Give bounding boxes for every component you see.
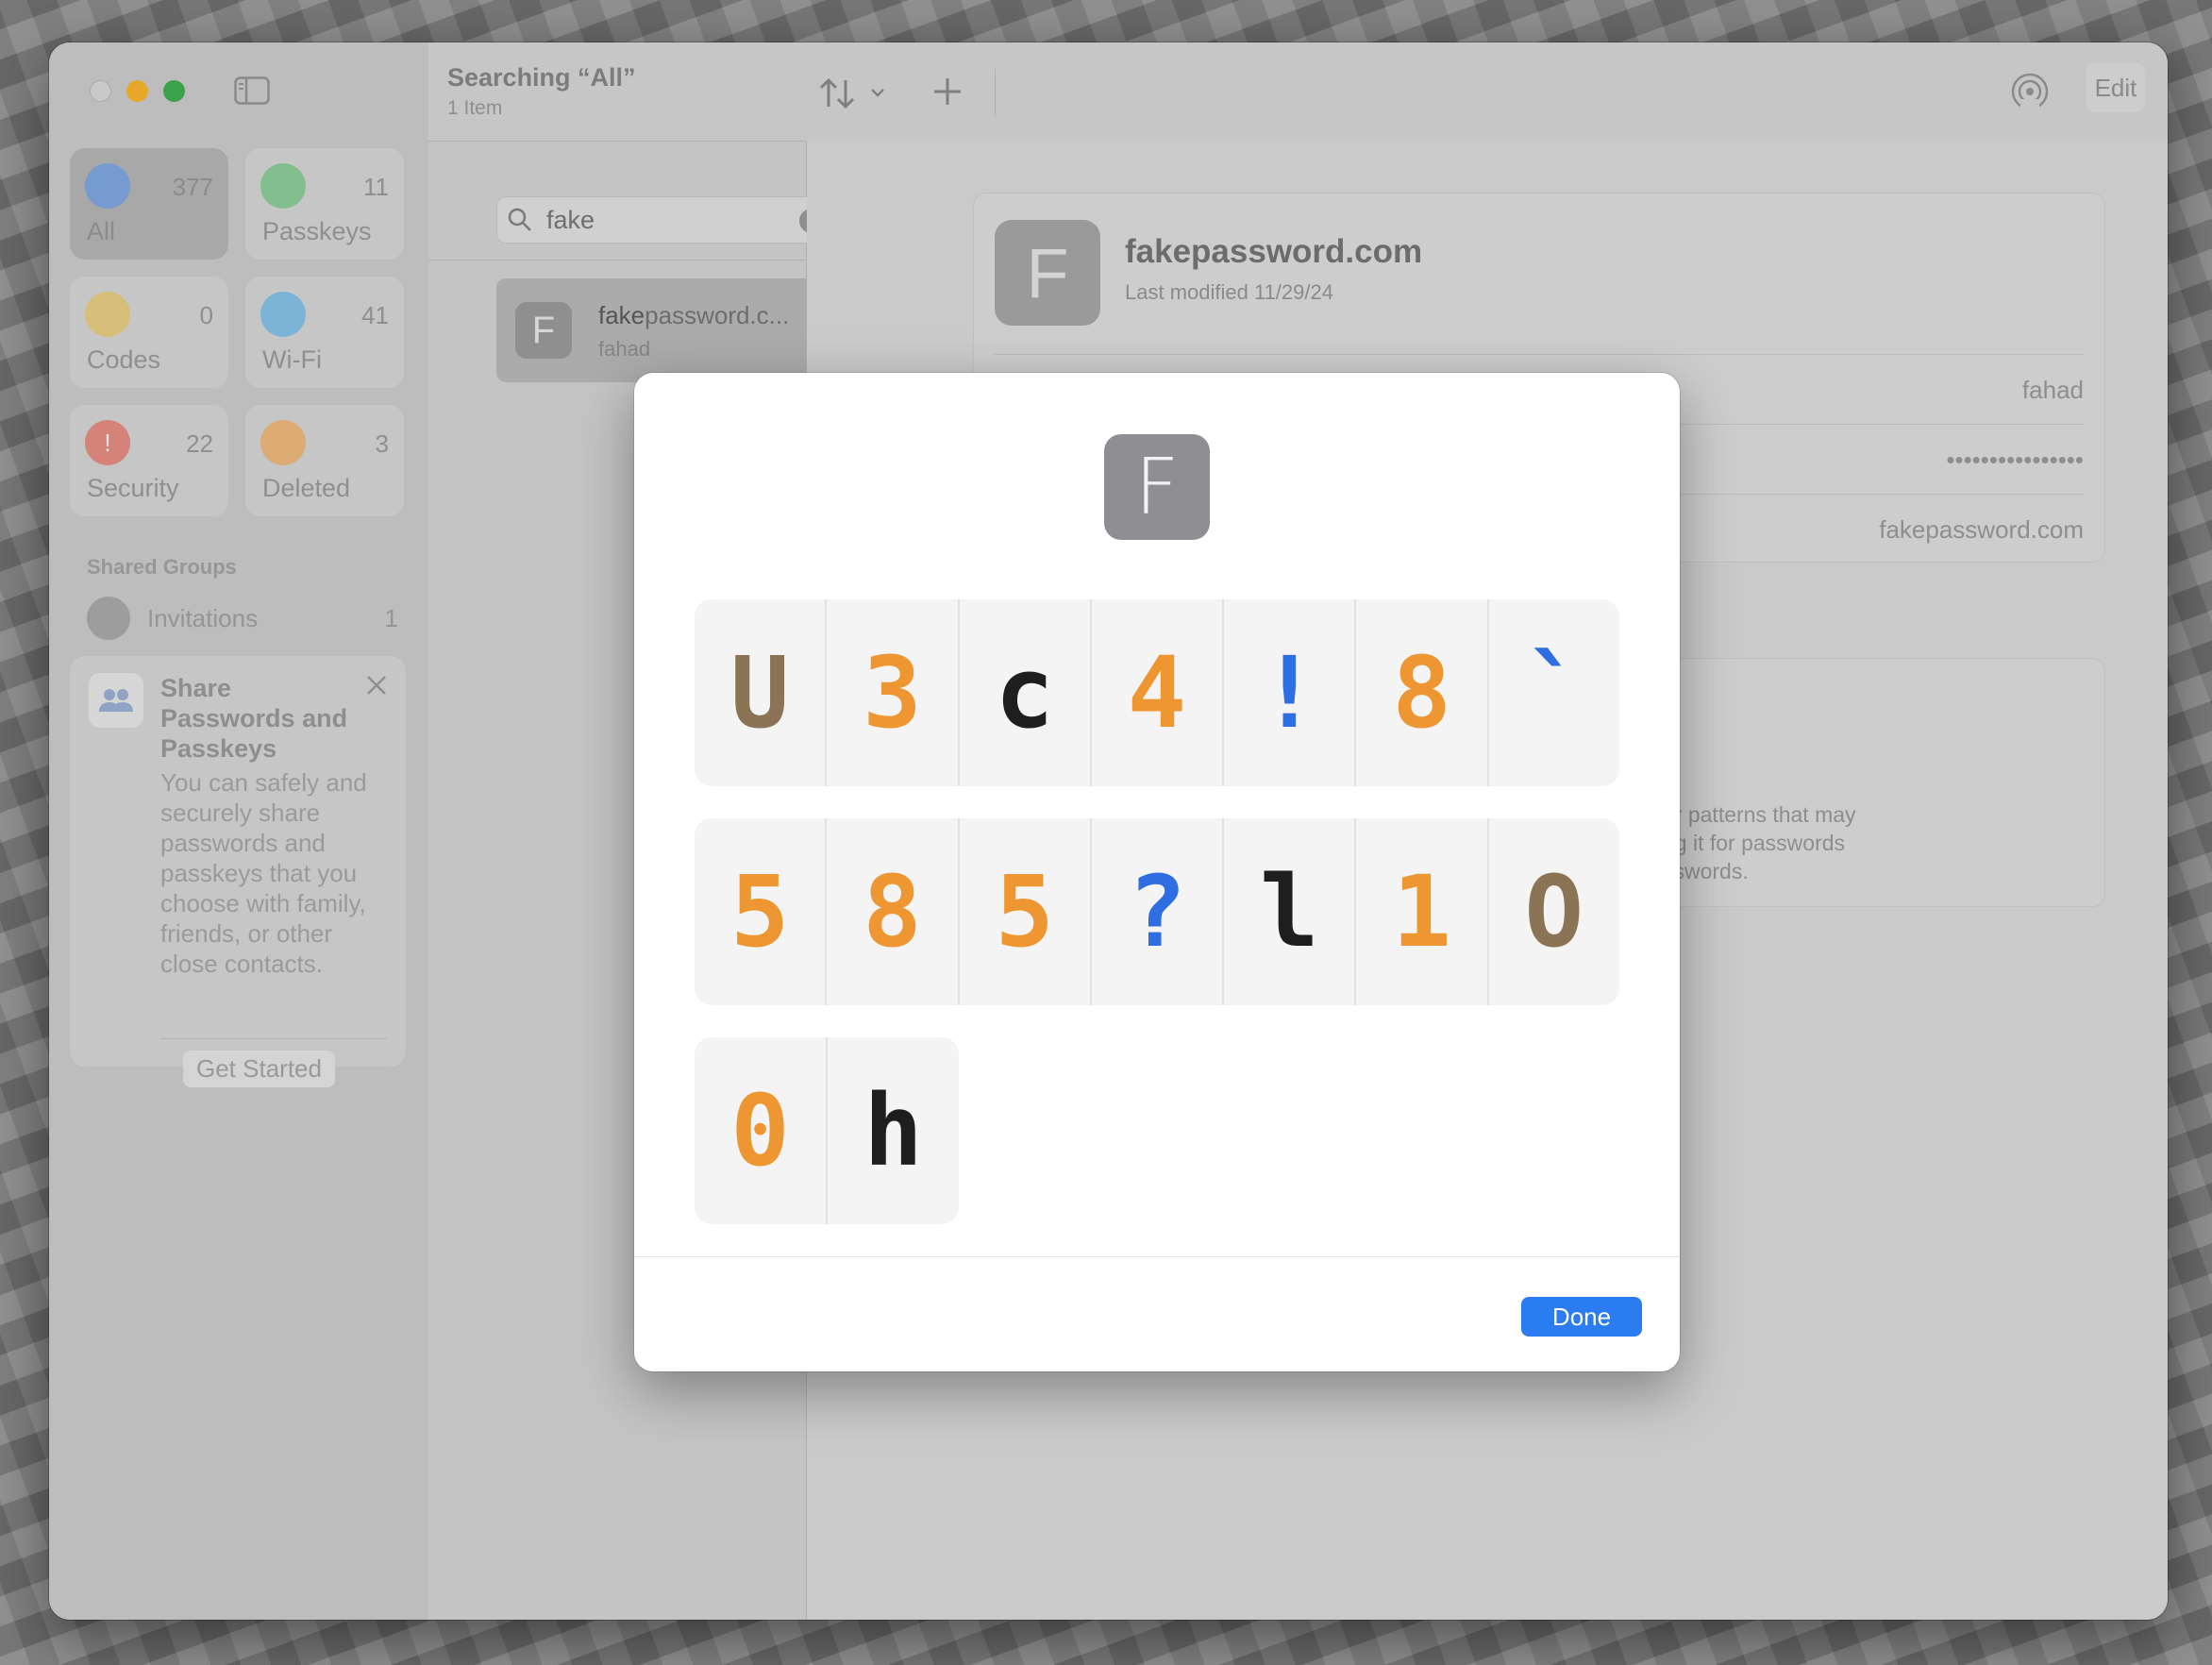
search-field[interactable]: fake ✕ xyxy=(496,196,836,244)
done-button[interactable]: Done xyxy=(1521,1297,1642,1337)
zoom-window-button[interactable] xyxy=(163,80,185,102)
sidebar-tile-passkeys[interactable]: 11 Passkeys xyxy=(245,148,404,260)
sidebar-tile-codes[interactable]: 0 Codes xyxy=(70,277,228,388)
modal-avatar: F xyxy=(1104,434,1210,540)
password-character-cell: 0 xyxy=(695,1037,828,1224)
category-tiles: 377 All 11 Passkeys 0 Codes 41 Wi-Fi! 22 Security… xyxy=(70,148,406,516)
trash-icon xyxy=(260,420,306,465)
result-count: 1 Item xyxy=(447,97,503,119)
password-character-cell: ! xyxy=(1224,599,1357,786)
sidebar: 377 All 11 Passkeys 0 Codes 41 Wi-Fi! 22 Security… xyxy=(49,42,429,1620)
password-character-cell: 3 xyxy=(827,599,960,786)
people-icon xyxy=(89,673,143,728)
sidebar-tile-security[interactable]: ! 22 Security xyxy=(70,405,228,516)
invitations-count: 1 xyxy=(384,604,398,632)
tile-count: 377 xyxy=(172,173,213,201)
share-card-title: Share Passwords and Passkeys xyxy=(160,674,348,763)
detail-avatar: F xyxy=(995,220,1100,326)
tile-count: 3 xyxy=(375,429,389,458)
item-title: fakepassword.c... xyxy=(598,301,789,330)
sidebar-tile-wi-fi[interactable]: 41 Wi-Fi xyxy=(245,277,404,388)
password-character-cell: l xyxy=(1224,818,1357,1005)
key-icon xyxy=(85,163,130,209)
tile-label: Passkeys xyxy=(262,217,372,245)
search-input[interactable]: fake xyxy=(546,206,595,235)
person-icon xyxy=(260,163,306,209)
passwords-window: 377 All 11 Passkeys 0 Codes 41 Wi-Fi! 22 Security… xyxy=(49,42,2168,1620)
toolbar-divider xyxy=(995,69,996,116)
password-character-cell: 5 xyxy=(695,818,828,1005)
password-character-cell: 4 xyxy=(1091,599,1225,786)
tile-count: 11 xyxy=(363,173,389,201)
toolbar: Searching “All” 1 Item Edit xyxy=(428,42,2168,142)
password-value: •••••••••••••••• xyxy=(1946,446,2084,474)
share-card-body: You can safely and securely share passwo… xyxy=(160,768,367,978)
item-username: fahad xyxy=(598,337,651,361)
tile-count: 41 xyxy=(361,301,389,329)
search-icon xyxy=(508,208,531,231)
character-row: U 3 c 4! 8 ` xyxy=(695,599,1619,786)
password-character-cell: ` xyxy=(1488,599,1619,786)
item-title-match: fake xyxy=(598,301,645,329)
character-row: 0h xyxy=(695,1037,1619,1224)
wifi-icon xyxy=(260,292,306,337)
edit-button[interactable]: Edit xyxy=(2086,63,2145,112)
password-character-cell: 5 xyxy=(959,818,1092,1005)
item-avatar: F xyxy=(515,302,572,359)
window-controls xyxy=(90,80,185,102)
invitations-label: Invitations xyxy=(147,604,259,632)
last-modified: Last modified 11/29/24 xyxy=(1125,280,1333,304)
search-scope-title: Searching “All” xyxy=(447,63,636,92)
detail-title: fakepassword.com xyxy=(1125,233,1423,270)
password-character-cell: 8 xyxy=(1356,599,1489,786)
password-character-cell: h xyxy=(828,1037,959,1224)
share-passwords-card: Share Passwords and Passkeys You can saf… xyxy=(70,656,406,1087)
airdrop-icon[interactable] xyxy=(2009,71,2051,112)
tile-count: 22 xyxy=(186,429,213,458)
add-icon[interactable] xyxy=(930,75,964,109)
password-character-grid: U 3 c 4! 8 ` 5 8 5? l 1 O 0 h xyxy=(695,599,1619,1256)
website-value: fakepassword.com xyxy=(1879,515,2084,544)
list-item[interactable]: F fakepassword.c... fahad xyxy=(496,278,836,382)
password-character-cell: c xyxy=(959,599,1092,786)
sidebar-tile-deleted[interactable]: 3 Deleted xyxy=(245,405,404,516)
password-character-cell: 1 xyxy=(1356,818,1489,1005)
password-large-type-sheet: F U 3 c 4! 8 ` 5 8 5? l 1 O 0 h Done xyxy=(634,373,1680,1371)
minimize-window-button[interactable] xyxy=(126,80,148,102)
sidebar-item-invitations[interactable]: Invitations 1 xyxy=(87,595,398,642)
shared-groups-label: Shared Groups xyxy=(87,555,237,579)
get-started-button[interactable]: Get Started xyxy=(183,1051,335,1087)
sort-icon[interactable] xyxy=(817,75,891,112)
close-window-button[interactable] xyxy=(90,80,111,102)
exclamation-icon: ! xyxy=(85,420,130,465)
character-row: 5 8 5? l 1 O xyxy=(695,818,1619,1005)
sidebar-toggle-icon[interactable] xyxy=(234,76,270,105)
tray-icon xyxy=(87,597,130,640)
modal-divider xyxy=(634,1256,1680,1257)
tile-label: Security xyxy=(87,474,179,502)
username-value: fahad xyxy=(2021,376,2084,404)
password-character-cell: O xyxy=(1488,818,1619,1005)
security-note-text: or patterns that may ng it for passwords… xyxy=(1663,802,1856,883)
share-card-divider xyxy=(160,1038,387,1039)
tile-label: Codes xyxy=(87,345,161,374)
sidebar-tile-all[interactable]: 377 All xyxy=(70,148,228,260)
tile-label: Deleted xyxy=(262,474,351,502)
tile-label: Wi-Fi xyxy=(262,345,322,374)
lock-icon xyxy=(85,292,130,337)
password-character-cell: 8 xyxy=(827,818,960,1005)
password-character-cell: U xyxy=(695,599,828,786)
list-separator xyxy=(428,260,806,261)
tile-count: 0 xyxy=(199,301,213,329)
password-character-cell: ? xyxy=(1091,818,1225,1005)
item-title-rest: password.c... xyxy=(645,301,790,329)
tile-label: All xyxy=(87,217,116,245)
